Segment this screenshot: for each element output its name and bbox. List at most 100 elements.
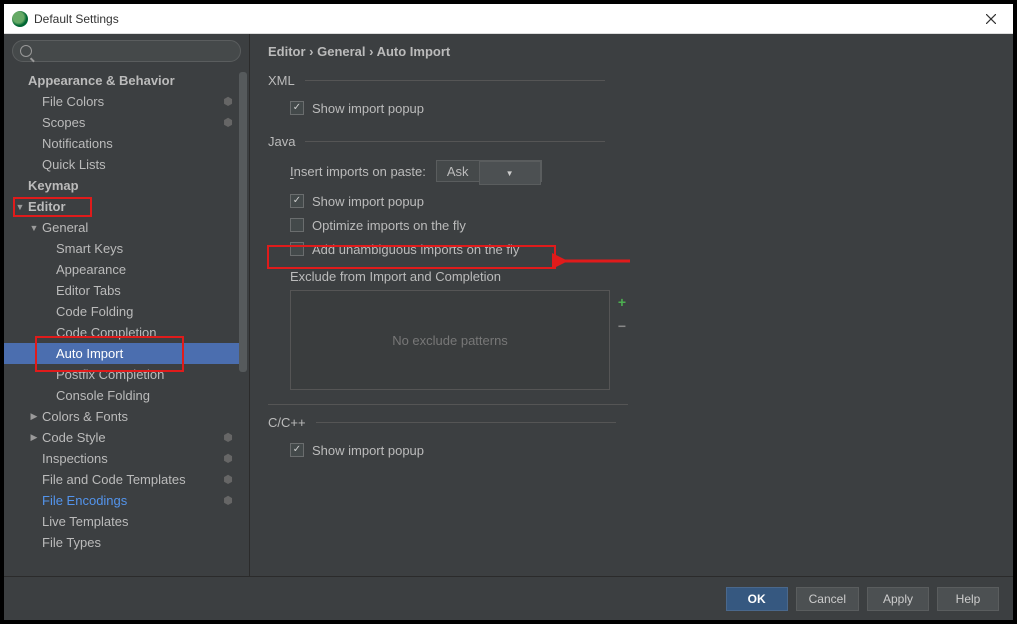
tree-item-label: Editor Tabs	[56, 283, 121, 298]
tree-item[interactable]: ▶Colors & Fonts	[4, 406, 239, 427]
cpp-show-popup-checkbox[interactable]	[290, 443, 304, 457]
content-pane: Editor › General › Auto Import XML Show …	[250, 34, 1013, 576]
chevron-down-icon: ▼	[14, 202, 26, 212]
tree-item[interactable]: File Encodings ⬢	[4, 490, 239, 511]
close-button[interactable]	[971, 5, 1011, 33]
tree-item[interactable]: Notifications	[4, 133, 239, 154]
project-scope-icon: ⬢	[225, 494, 239, 508]
search-input[interactable]	[12, 40, 241, 62]
tree-item[interactable]: Scopes ⬢	[4, 112, 239, 133]
tree-item-label: Colors & Fonts	[42, 409, 128, 424]
titlebar: Default Settings	[4, 4, 1013, 34]
java-unambiguous-checkbox[interactable]	[290, 242, 304, 256]
tree-item-label: Live Templates	[42, 514, 128, 529]
tree-item-label: General	[42, 220, 88, 235]
xml-show-popup-checkbox[interactable]	[290, 101, 304, 115]
chevron-right-icon: ▶	[28, 411, 40, 422]
cpp-show-popup-label[interactable]: Show import popup	[312, 443, 424, 458]
exclude-label: Exclude from Import and Completion	[290, 269, 995, 284]
insert-imports-value: Ask	[437, 161, 479, 181]
cancel-button[interactable]: Cancel	[796, 587, 859, 611]
tree-item[interactable]: File and Code Templates ⬢	[4, 469, 239, 490]
tree-item[interactable]: Code Completion	[4, 322, 239, 343]
ok-button[interactable]: OK	[726, 587, 788, 611]
tree-item-label: Inspections	[42, 451, 108, 466]
project-scope-icon: ⬢	[225, 452, 239, 466]
tree-item[interactable]: Keymap	[4, 175, 239, 196]
tree-item-label: Console Folding	[56, 388, 150, 403]
tree-item-label: Appearance & Behavior	[28, 73, 175, 88]
chevron-down-icon: ▼	[28, 223, 40, 233]
section-xml-title: XML	[268, 73, 295, 88]
tree-item-label: Code Completion	[56, 325, 156, 340]
scrollbar-thumb[interactable]	[239, 72, 247, 372]
tree-item-label: Quick Lists	[42, 157, 106, 172]
tree-scrollbar[interactable]	[239, 72, 247, 572]
tree-item-label: Smart Keys	[56, 241, 123, 256]
chevron-right-icon: ▶	[28, 432, 40, 443]
exclude-placeholder: No exclude patterns	[392, 333, 508, 348]
tree-item-label: File and Code Templates	[42, 472, 186, 487]
section-xml: XML	[268, 73, 995, 88]
tree-item[interactable]: ▼General	[4, 217, 239, 238]
project-scope-icon: ⬢	[225, 116, 239, 130]
tree-item[interactable]: Appearance & Behavior	[4, 70, 239, 91]
project-scope-icon: ⬢	[225, 431, 239, 445]
tree-item[interactable]: Inspections ⬢	[4, 448, 239, 469]
java-unambiguous-label[interactable]: Add unambiguous imports on the fly	[312, 242, 519, 257]
add-exclude-button[interactable]: +	[612, 292, 632, 312]
tree-item-label: Editor	[28, 199, 66, 214]
xml-show-popup-label[interactable]: Show import popup	[312, 101, 424, 116]
java-optimize-label[interactable]: Optimize imports on the fly	[312, 218, 466, 233]
tree-item-label: File Types	[42, 535, 101, 550]
tree-item-label: Appearance	[56, 262, 126, 277]
tree-item-label: Auto Import	[56, 346, 123, 361]
tree-item[interactable]: Console Folding	[4, 385, 239, 406]
chevron-down-icon: ▼	[479, 161, 541, 185]
search-icon	[20, 45, 32, 57]
tree-item[interactable]: ▼Editor	[4, 196, 239, 217]
tree-item-label: File Colors	[42, 94, 104, 109]
tree-item-label: Code Style	[42, 430, 106, 445]
tree-item[interactable]: Auto Import	[4, 343, 239, 364]
tree-item[interactable]: File Types	[4, 532, 239, 553]
section-cpp: C/C++	[268, 415, 995, 430]
tree-item[interactable]: Appearance	[4, 259, 239, 280]
help-button[interactable]: Help	[937, 587, 999, 611]
java-show-popup-checkbox[interactable]	[290, 194, 304, 208]
sidebar: Appearance & Behavior File Colors ⬢ Scopes ⬢…	[4, 34, 250, 576]
tree-item-label: Keymap	[28, 178, 79, 193]
tree-item-label: File Encodings	[42, 493, 127, 508]
section-java-title: Java	[268, 134, 295, 149]
exclude-list[interactable]: No exclude patterns	[290, 290, 610, 390]
section-cpp-title: C/C++	[268, 415, 306, 430]
breadcrumb: Editor › General › Auto Import	[268, 44, 995, 59]
tree-item[interactable]: Code Folding	[4, 301, 239, 322]
tree-item[interactable]: Smart Keys	[4, 238, 239, 259]
remove-exclude-button[interactable]: −	[612, 316, 632, 336]
java-show-popup-label[interactable]: Show import popup	[312, 194, 424, 209]
project-scope-icon: ⬢	[225, 473, 239, 487]
app-icon	[12, 11, 28, 27]
java-optimize-checkbox[interactable]	[290, 218, 304, 232]
tree-item[interactable]: Live Templates	[4, 511, 239, 532]
dialog-footer: OK Cancel Apply Help	[4, 576, 1013, 620]
tree-item[interactable]: Postfix Completion	[4, 364, 239, 385]
tree-item-label: Postfix Completion	[56, 367, 164, 382]
project-scope-icon: ⬢	[225, 95, 239, 109]
tree-item-label: Code Folding	[56, 304, 133, 319]
close-icon	[986, 14, 996, 24]
tree-item-label: Scopes	[42, 115, 85, 130]
section-java: Java	[268, 134, 995, 149]
divider	[268, 404, 628, 405]
tree-item[interactable]: Editor Tabs	[4, 280, 239, 301]
settings-tree: Appearance & Behavior File Colors ⬢ Scopes ⬢…	[4, 68, 239, 576]
insert-imports-combo[interactable]: Ask ▼	[436, 160, 542, 182]
insert-imports-label: Insert imports on paste:	[290, 164, 426, 179]
tree-item[interactable]: Quick Lists	[4, 154, 239, 175]
tree-item-label: Notifications	[42, 136, 113, 151]
tree-item[interactable]: ▶Code Style ⬢	[4, 427, 239, 448]
window-title: Default Settings	[34, 12, 119, 26]
apply-button[interactable]: Apply	[867, 587, 929, 611]
tree-item[interactable]: File Colors ⬢	[4, 91, 239, 112]
